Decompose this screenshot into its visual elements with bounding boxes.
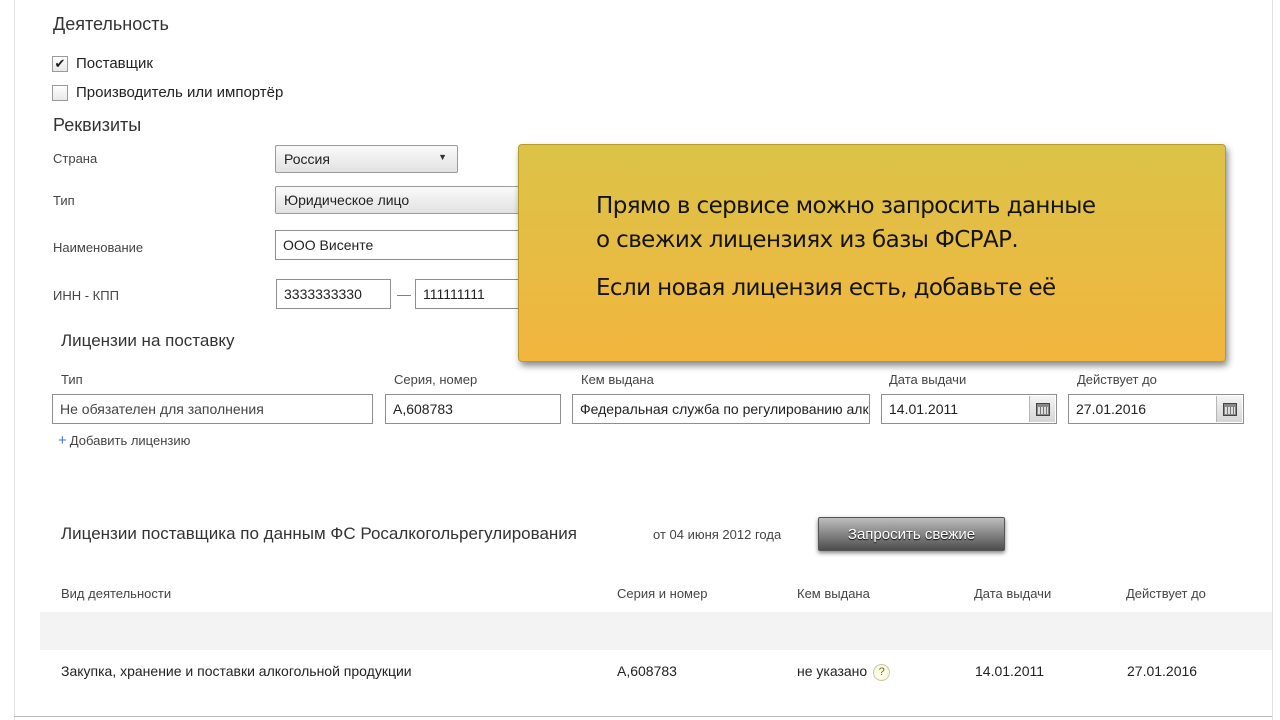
supplier-checkbox[interactable]: ✔	[52, 55, 68, 72]
license-issuer-field[interactable]: Федеральная служба по регулированию алко…	[572, 394, 870, 424]
row-valid-until: 27.01.2016	[1127, 663, 1198, 679]
license-issue-date-header: Дата выдачи	[889, 372, 967, 387]
type-select-value: Юридическое лицо	[284, 192, 410, 208]
fsrar-licenses-title: Лицензии поставщика по данным ФС Росалко…	[61, 524, 577, 543]
license-series-field[interactable]: А,608783	[385, 394, 561, 424]
callout-line-1: Прямо в сервисе можно запросить данные	[596, 193, 1096, 219]
inn-field[interactable]: 3333333330	[276, 279, 391, 309]
supply-licenses-title: Лицензии на поставку	[61, 331, 235, 350]
supplier-checkbox-row[interactable]: ✔ Поставщик	[52, 55, 153, 72]
fsrar-issue-date-header: Дата выдачи	[974, 586, 1052, 601]
producer-checkbox-row[interactable]: Производитель или импортёр	[52, 84, 283, 101]
row-activity: Закупка, хранение и поставки алкогольной…	[61, 663, 412, 679]
country-select[interactable]: Россия ▼	[275, 145, 458, 173]
row-issuer-text: не указано	[797, 663, 868, 679]
name-label: Наименование	[53, 240, 144, 255]
activity-title: Деятельность	[53, 14, 169, 34]
bottom-divider	[14, 716, 1272, 717]
license-valid-until-header: Действует до	[1077, 372, 1157, 387]
license-type-header: Тип	[61, 372, 83, 387]
plus-icon: +	[58, 432, 67, 449]
calendar-icon	[1035, 402, 1050, 416]
calendar-icon	[1222, 402, 1237, 416]
producer-checkbox-label: Производитель или импортёр	[76, 84, 284, 101]
license-issue-date-field[interactable]: 14.01.2011	[881, 394, 1057, 424]
inn-kpp-label: ИНН - КПП	[53, 288, 119, 303]
add-license-link[interactable]: + Добавить лицензию	[58, 433, 190, 448]
kpp-field[interactable]: 111111111	[415, 279, 535, 309]
calendar-button-issue-date[interactable]	[1029, 396, 1055, 422]
producer-checkbox[interactable]	[52, 84, 68, 101]
requisites-title: Реквизиты	[53, 115, 142, 135]
table-row: Закупка, хранение и поставки алкогольной…	[0, 663, 1280, 683]
chevron-down-icon: ▼	[438, 152, 447, 162]
request-fresh-button[interactable]: Запросить свежие	[818, 517, 1005, 551]
license-issue-date-value: 14.01.2011	[889, 401, 959, 417]
type-select[interactable]: Юридическое лицо	[275, 186, 535, 214]
right-border	[1272, 0, 1273, 720]
help-icon[interactable]: ?	[873, 663, 891, 681]
row-issue-date: 14.01.2011	[975, 663, 1045, 679]
add-license-label: Добавить лицензию	[69, 433, 191, 448]
license-series-header: Серия, номер	[394, 372, 478, 387]
license-valid-until-field[interactable]: 27.01.2016	[1068, 394, 1244, 424]
license-type-field[interactable]: Не обязателен для заполнения	[52, 394, 373, 424]
calendar-button-valid-until[interactable]	[1216, 396, 1242, 422]
type-label: Тип	[53, 193, 75, 208]
row-series: А,608783	[617, 663, 677, 679]
fsrar-valid-until-header: Действует до	[1126, 586, 1206, 601]
license-issuer-header: Кем выдана	[581, 372, 654, 387]
info-callout: Прямо в сервисе можно запросить данные о…	[518, 144, 1226, 362]
country-select-value: Россия	[284, 151, 330, 167]
check-icon: ✔	[54, 56, 66, 71]
callout-line-3: Если новая лицензия есть, добавьте её	[596, 275, 1056, 301]
supplier-checkbox-label: Поставщик	[76, 55, 153, 72]
license-valid-until-value: 27.01.2016	[1076, 401, 1147, 417]
fsrar-issuer-header: Кем выдана	[797, 586, 870, 601]
fsrar-series-header: Серия и номер	[617, 586, 708, 601]
left-border	[14, 0, 15, 720]
inn-kpp-separator: —	[397, 286, 411, 302]
fsrar-date-note: от 04 июня 2012 года	[653, 527, 782, 542]
row-issuer: не указано?	[797, 663, 891, 681]
table-separator-band	[40, 612, 1272, 650]
fsrar-activity-header: Вид деятельности	[61, 586, 172, 601]
callout-line-2: о свежих лицензиях из базы ФСРАР.	[596, 227, 1019, 253]
country-label: Страна	[53, 151, 98, 166]
name-field[interactable]: ООО Висенте	[275, 230, 535, 260]
